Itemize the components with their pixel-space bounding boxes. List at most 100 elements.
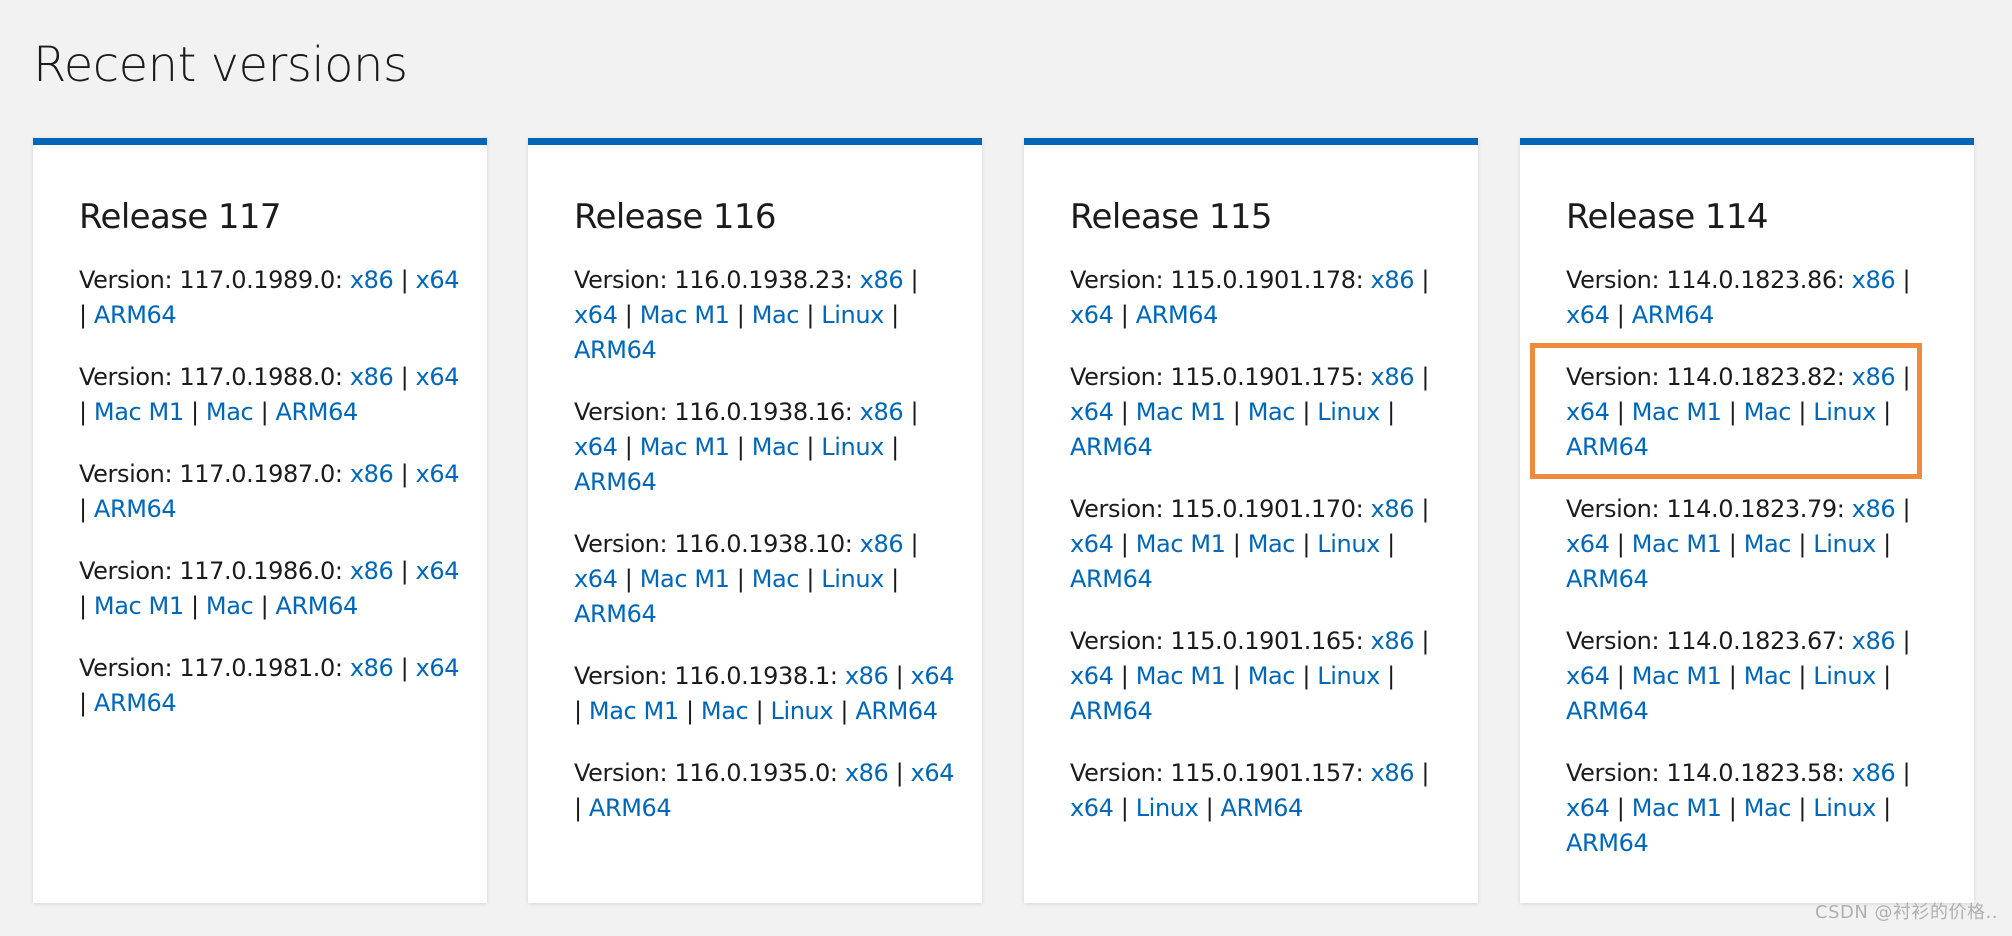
download-link-mac[interactable]: Mac [701,697,749,725]
download-link-x64[interactable]: x64 [416,654,460,682]
download-link-x86[interactable]: x86 [350,654,394,682]
download-link-mac-m1[interactable]: Mac M1 [94,398,184,426]
download-link-x86[interactable]: x86 [1852,363,1896,391]
download-link-x64[interactable]: x64 [1070,662,1114,690]
link-separator: | [79,495,87,523]
download-link-x86[interactable]: x86 [350,460,394,488]
download-link-arm64[interactable]: ARM64 [94,689,177,717]
download-link-x64[interactable]: x64 [1566,301,1610,329]
download-link-mac-m1[interactable]: Mac M1 [640,301,730,329]
link-separator: | [891,565,899,593]
download-link-x86[interactable]: x86 [845,662,889,690]
download-link-mac[interactable]: Mac [1744,662,1792,690]
download-link-linux[interactable]: Linux [1317,530,1380,558]
download-link-mac-m1[interactable]: Mac M1 [1632,794,1722,822]
download-link-arm64[interactable]: ARM64 [1070,697,1153,725]
download-link-x86[interactable]: x86 [350,363,394,391]
download-link-x86[interactable]: x86 [1371,363,1415,391]
download-link-mac-m1[interactable]: Mac M1 [1632,662,1722,690]
download-link-x64[interactable]: x64 [416,363,460,391]
download-link-x86[interactable]: x86 [1371,759,1415,787]
download-link-linux[interactable]: Linux [1136,794,1199,822]
download-link-linux[interactable]: Linux [1813,794,1876,822]
download-link-arm64[interactable]: ARM64 [574,600,657,628]
download-link-x64[interactable]: x64 [1566,398,1610,426]
download-link-x86[interactable]: x86 [1852,627,1896,655]
download-link-mac[interactable]: Mac [1248,662,1296,690]
download-link-x86[interactable]: x86 [1852,759,1896,787]
download-link-x64[interactable]: x64 [1566,794,1610,822]
download-link-arm64[interactable]: ARM64 [1566,697,1649,725]
download-link-mac[interactable]: Mac [1248,530,1296,558]
download-link-arm64[interactable]: ARM64 [1566,565,1649,593]
download-link-x64[interactable]: x64 [1566,662,1610,690]
download-link-arm64[interactable]: ARM64 [855,697,938,725]
download-link-mac-m1[interactable]: Mac M1 [1632,530,1722,558]
download-link-linux[interactable]: Linux [1813,530,1876,558]
download-link-mac-m1[interactable]: Mac M1 [1632,398,1722,426]
download-link-mac-m1[interactable]: Mac M1 [1136,662,1226,690]
download-link-x64[interactable]: x64 [1070,398,1114,426]
download-link-x86[interactable]: x86 [350,557,394,585]
download-link-x64[interactable]: x64 [1070,530,1114,558]
download-link-linux[interactable]: Linux [821,301,884,329]
download-link-arm64[interactable]: ARM64 [1136,301,1219,329]
download-link-x86[interactable]: x86 [1371,495,1415,523]
download-link-x86[interactable]: x86 [1852,266,1896,294]
download-link-mac-m1[interactable]: Mac M1 [640,433,730,461]
download-link-mac[interactable]: Mac [1744,794,1792,822]
download-link-arm64[interactable]: ARM64 [1566,829,1649,857]
download-link-arm64[interactable]: ARM64 [589,794,672,822]
download-link-mac-m1[interactable]: Mac M1 [1136,398,1226,426]
download-link-x64[interactable]: x64 [1070,301,1114,329]
download-link-linux[interactable]: Linux [1813,398,1876,426]
download-link-linux[interactable]: Linux [1317,662,1380,690]
download-link-x64[interactable]: x64 [1070,794,1114,822]
download-link-mac[interactable]: Mac [206,592,254,620]
download-link-linux[interactable]: Linux [770,697,833,725]
download-link-x86[interactable]: x86 [1371,266,1415,294]
download-link-arm64[interactable]: ARM64 [1632,301,1715,329]
download-link-mac-m1[interactable]: Mac M1 [589,697,679,725]
download-link-x64[interactable]: x64 [416,460,460,488]
download-link-arm64[interactable]: ARM64 [275,592,358,620]
download-link-linux[interactable]: Linux [1813,662,1876,690]
download-link-arm64[interactable]: ARM64 [1070,565,1153,593]
download-link-x86[interactable]: x86 [1371,627,1415,655]
download-link-x64[interactable]: x64 [911,662,955,690]
download-link-mac[interactable]: Mac [1744,398,1792,426]
download-link-x86[interactable]: x86 [1852,495,1896,523]
download-link-mac-m1[interactable]: Mac M1 [1136,530,1226,558]
download-link-arm64[interactable]: ARM64 [574,336,657,364]
download-link-linux[interactable]: Linux [821,565,884,593]
download-link-x64[interactable]: x64 [416,557,460,585]
download-link-arm64[interactable]: ARM64 [275,398,358,426]
download-link-mac[interactable]: Mac [752,433,800,461]
download-link-mac[interactable]: Mac [752,565,800,593]
download-link-x86[interactable]: x86 [860,530,904,558]
download-link-linux[interactable]: Linux [821,433,884,461]
download-link-mac-m1[interactable]: Mac M1 [640,565,730,593]
download-link-x64[interactable]: x64 [574,433,618,461]
download-link-x64[interactable]: x64 [574,565,618,593]
download-link-mac[interactable]: Mac [1744,530,1792,558]
download-link-arm64[interactable]: ARM64 [94,301,177,329]
download-link-x86[interactable]: x86 [350,266,394,294]
download-link-linux[interactable]: Linux [1317,398,1380,426]
download-link-mac-m1[interactable]: Mac M1 [94,592,184,620]
download-link-x86[interactable]: x86 [860,398,904,426]
download-link-arm64[interactable]: ARM64 [1070,433,1153,461]
download-link-arm64[interactable]: ARM64 [94,495,177,523]
download-link-x64[interactable]: x64 [1566,530,1610,558]
download-link-mac[interactable]: Mac [206,398,254,426]
download-link-arm64[interactable]: ARM64 [1566,433,1649,461]
download-link-arm64[interactable]: ARM64 [1221,794,1304,822]
download-link-arm64[interactable]: ARM64 [574,468,657,496]
download-link-x64[interactable]: x64 [574,301,618,329]
download-link-x86[interactable]: x86 [860,266,904,294]
download-link-x64[interactable]: x64 [416,266,460,294]
download-link-x86[interactable]: x86 [845,759,889,787]
download-link-mac[interactable]: Mac [752,301,800,329]
download-link-x64[interactable]: x64 [911,759,955,787]
download-link-mac[interactable]: Mac [1248,398,1296,426]
